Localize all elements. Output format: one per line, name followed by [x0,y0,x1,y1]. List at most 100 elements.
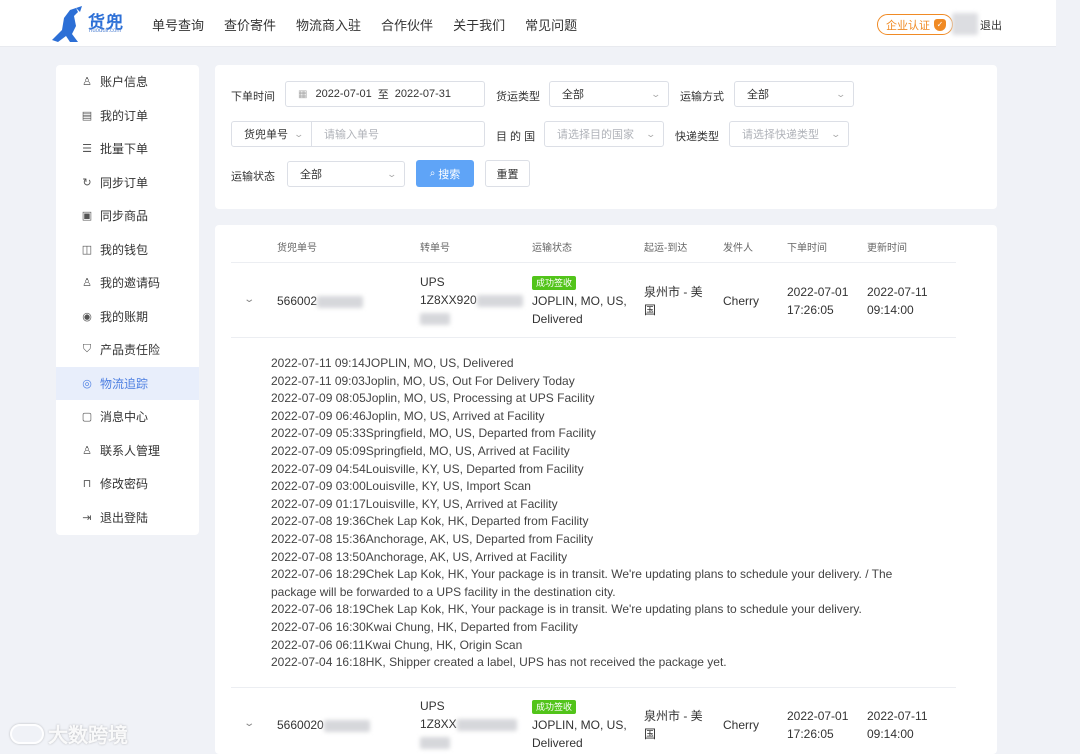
date-separator: 至 [377,89,389,101]
nav-price-shipping[interactable]: 查价寄件 [224,15,276,34]
chevron-down-icon[interactable]: ⌄ [243,294,255,305]
order-no-input[interactable]: 请输入单号 [311,121,485,147]
col-header-order-no: 货兜单号 [277,243,317,254]
sidebar-item-label: 退出登陆 [100,510,149,525]
sidebar-item-messages[interactable]: ▢ 消息中心 [56,400,199,434]
update-date: 2022-07-11 [867,285,928,299]
sidebar-item-label: 物流追踪 [100,376,149,391]
sidebar-item-logout[interactable]: ⇥ 退出登陆 [56,501,199,535]
tracking-event: 2022-07-09 05:09Springfield, MO, US, Arr… [271,443,570,458]
sidebar-item-invite[interactable]: ♙ 我的邀请码 [56,266,199,300]
chevron-down-icon: ⌄ [645,129,657,139]
watermark: 大数跨境 [10,719,128,748]
redacted-block [323,719,370,732]
tracking-event: 2022-07-04 16:18HK, Shipper created a la… [271,655,727,670]
nav-tracking-query[interactable]: 单号查询 [152,15,204,34]
user-icon: ♙ [82,76,92,89]
tracking-event: 2022-07-09 06:46Joplin, MO, US, Arrived … [271,408,545,423]
enterprise-cert-badge[interactable]: 企业认证 ✓ [877,14,953,35]
lock-icon: ⊓ [82,478,92,491]
sender-cell: Cherry [723,718,760,732]
update-time-cell: 2022-07-11 09:14:00 [867,283,928,319]
sidebar-item-sync-products[interactable]: ▣ 同步商品 [56,199,199,233]
sidebar-item-label: 我的钱包 [100,242,149,257]
express-type-select[interactable]: 请选择快递类型 ⌄ [729,121,849,147]
watermark-logo-icon [10,723,44,744]
tracking-no-text: 1Z8XX [420,717,457,731]
tracking-no-text: 1Z8XX920 [420,293,477,307]
sidebar-item-sync-orders[interactable]: ↻ 同步订单 [56,166,199,200]
nav-carrier-join[interactable]: 物流商入驻 [296,15,361,34]
express-type-label: 快递类型 [675,131,719,143]
tracking-event: 2022-07-09 03:00Louisville, KY, US, Impo… [271,479,531,494]
calendar-icon: ▦ [298,88,308,100]
username-redacted [952,13,978,35]
nav-faq[interactable]: 常见问题 [525,15,577,34]
nav-about[interactable]: 关于我们 [453,15,505,34]
sidebar-item-contacts[interactable]: ♙ 联系人管理 [56,434,199,468]
order-no-placeholder: 请输入单号 [324,129,379,141]
order-time: 17:26:05 [787,303,834,317]
freight-type-label: 货运类型 [496,91,540,103]
status-badge: 成功签收 [532,700,577,714]
cert-label: 企业认证 [886,19,930,32]
tracking-event: 2022-07-06 18:19Chek Lap Kok, HK, Your p… [271,602,862,617]
transport-status-select[interactable]: 全部 ⌄ [287,161,405,187]
freight-type-select[interactable]: 全部 ⌄ [549,81,669,107]
redacted-block [317,295,364,308]
express-type-placeholder: 请选择快递类型 [742,129,819,141]
transport-status-label: 运输状态 [231,171,275,183]
tracking-event: 2022-07-09 08:05Joplin, MO, US, Processi… [271,391,595,406]
col-header-transfer-no: 转单号 [420,243,450,254]
tracking-event: 2022-07-08 13:50Anchorage, AK, US, Arriv… [271,549,568,564]
search-button-label: 搜索 [438,168,461,181]
period-icon: ◉ [82,310,92,323]
order-no-type-select[interactable]: 货兜单号 ⌄ [231,121,312,147]
tracking-event: 2022-07-09 04:54Louisville, KY, US, Depa… [271,461,584,476]
chevron-down-icon[interactable]: ⌄ [243,718,255,729]
watermark-text: 大数跨境 [48,725,128,747]
sidebar-item-batch-order[interactable]: ☰ 批量下单 [56,132,199,166]
exit-icon: ⇥ [82,511,92,524]
sidebar-item-label: 账户信息 [100,75,149,90]
sidebar-item-billing-period[interactable]: ◉ 我的账期 [56,300,199,334]
chevron-down-icon: ⌄ [650,89,662,99]
main-nav: 单号查询 查价寄件 物流商入驻 合作伙伴 关于我们 常见问题 [152,15,597,34]
transport-select[interactable]: 全部 ⌄ [734,81,854,107]
sidebar-item-label: 我的账期 [100,309,149,324]
sidebar-item-label: 消息中心 [100,410,149,425]
chevron-down-icon: ⌄ [386,169,398,179]
sync-icon: ↻ [82,176,92,189]
wallet-icon: ◫ [81,243,93,256]
update-date: 2022-07-11 [867,709,928,723]
status-cell: JOPLIN, MO, US, Delivered [532,294,627,326]
sidebar-item-account[interactable]: ♙ 账户信息 [56,65,199,99]
sidebar-item-wallet[interactable]: ◫ 我的钱包 [56,233,199,267]
results-table: 货兜单号 转单号 运输状态 起运-到达 发件人 下单时间 更新时间 ⌄ 5660… [215,225,997,754]
transport-value: 全部 [747,89,769,101]
status-badge: 成功签收 [532,276,577,290]
sidebar-item-orders[interactable]: ▤ 我的订单 [56,99,199,133]
sidebar: ♙ 账户信息 ▤ 我的订单 ☰ 批量下单 ↻ 同步订单 ▣ 同步商品 ◫ 我的钱包 ♙ 我的邀… [56,65,199,535]
destination-select[interactable]: 请选择目的国家 ⌄ [544,121,664,147]
sidebar-item-label: 产品责任险 [100,343,161,358]
search-button[interactable]: ⌕ 搜索 [416,160,474,187]
sidebar-item-password[interactable]: ⊓ 修改密码 [56,467,199,501]
order-no-cell: 566002 [277,292,364,310]
contacts-icon: ♙ [82,444,92,457]
update-time: 09:14:00 [867,727,914,741]
sidebar-item-label: 同步订单 [100,175,149,190]
logout-link[interactable]: 退出 [980,17,1002,33]
transfer-no-cell: UPS 1Z8XX [420,697,517,751]
col-header-update-time: 更新时间 [867,243,907,254]
nav-partners[interactable]: 合作伙伴 [381,15,433,34]
carrier-name: UPS [420,275,445,289]
freight-type-value: 全部 [562,89,584,101]
sidebar-item-label: 同步商品 [100,209,149,224]
transfer-no-cell: UPS 1Z8XX920 [420,273,523,327]
invite-icon: ♙ [82,277,92,290]
date-range-picker[interactable]: ▦ 2022-07-01 至 2022-07-31 [285,81,485,107]
sidebar-item-insurance[interactable]: ⛉ 产品责任险 [56,333,199,367]
sidebar-item-tracking[interactable]: ◎ 物流追踪 [56,366,199,400]
reset-button[interactable]: 重置 [485,160,530,187]
